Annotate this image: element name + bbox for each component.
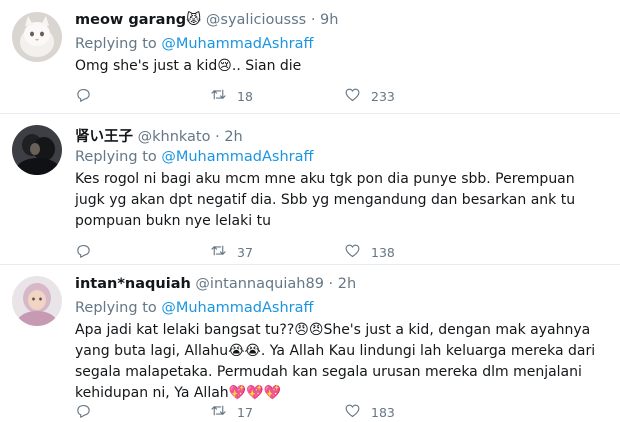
retweet-icon [210,242,227,262]
avatar[interactable] [12,125,62,175]
reply-button[interactable] [75,86,102,106]
mention-link[interactable]: @MuhammadAshraff [161,300,313,316]
tweet[interactable]: meow garang😾 @syaliciousss · 9h Replying… [0,0,620,114]
like-count: 138 [371,244,395,260]
tweet-header: 肾い王子 @khnkato · 2h [75,125,606,145]
separator-dot: · [310,12,316,28]
tweet-actions: 17 183 [75,402,435,422]
like-button[interactable]: 233 [344,86,395,106]
timestamp[interactable]: 9h [320,12,338,28]
user-handle[interactable]: @intannaquiah89 [195,276,324,292]
replying-to: Replying to @MuhammadAshraff [75,300,606,316]
retweet-count: 18 [237,88,253,104]
tweet-header: meow garang😾 @syaliciousss · 9h [75,12,606,32]
timestamp[interactable]: 2h [224,129,242,145]
replying-to-label: Replying to [75,149,162,165]
tweet[interactable]: intan*naquiah @intannaquiah89 · 2h Reply… [0,264,620,420]
like-count: 233 [371,88,395,104]
retweet-button[interactable]: 18 [210,86,253,106]
separator-dot: · [215,129,220,145]
reply-icon [75,86,92,106]
tweet-text: Apa jadi kat lelaki bangsat tu??😠😠She's … [75,322,596,401]
timestamp[interactable]: 2h [338,276,356,292]
reply-button[interactable] [75,242,102,262]
user-handle[interactable]: @syaliciousss [206,12,306,28]
tweet-header: intan*naquiah @intannaquiah89 · 2h [75,276,606,296]
display-name[interactable]: 肾い王子 [75,129,133,145]
replying-to-label: Replying to [75,300,162,316]
retweet-icon [210,86,227,106]
display-name[interactable]: meow garang😾 [75,12,201,28]
retweet-icon [210,402,227,422]
tweet[interactable]: 肾い王子 @khnkato · 2h Replying to @Muhammad… [0,113,620,265]
tweet-text: Kes rogol ni bagi aku mcm mne aku tgk po… [75,171,576,229]
like-icon [344,242,361,262]
like-button[interactable]: 183 [344,402,395,422]
reply-button[interactable] [75,402,102,422]
reply-icon [75,242,92,262]
display-name[interactable]: intan*naquiah [75,276,191,292]
separator-dot: · [328,276,334,292]
like-icon [344,86,361,106]
reply-icon [75,402,92,422]
like-icon [344,402,361,422]
tweet-actions: 18 233 [75,86,435,106]
avatar[interactable] [12,276,62,326]
avatar[interactable] [12,12,62,62]
like-count: 183 [371,404,395,420]
retweet-count: 37 [237,244,253,260]
tweet-text: Omg she's just a kid😢.. Sian die [75,58,302,74]
tweet-feed: meow garang😾 @syaliciousss · 9h Replying… [0,0,620,420]
mention-link[interactable]: @MuhammadAshraff [161,36,313,52]
mention-link[interactable]: @MuhammadAshraff [161,149,313,165]
like-button[interactable]: 138 [344,242,395,262]
retweet-button[interactable]: 17 [210,402,253,422]
tweet-actions: 37 138 [75,242,435,262]
retweet-button[interactable]: 37 [210,242,253,262]
replying-to: Replying to @MuhammadAshraff [75,149,606,165]
replying-to: Replying to @MuhammadAshraff [75,36,606,52]
retweet-count: 17 [237,404,253,420]
user-handle[interactable]: @khnkato [138,129,211,145]
replying-to-label: Replying to [75,36,162,52]
